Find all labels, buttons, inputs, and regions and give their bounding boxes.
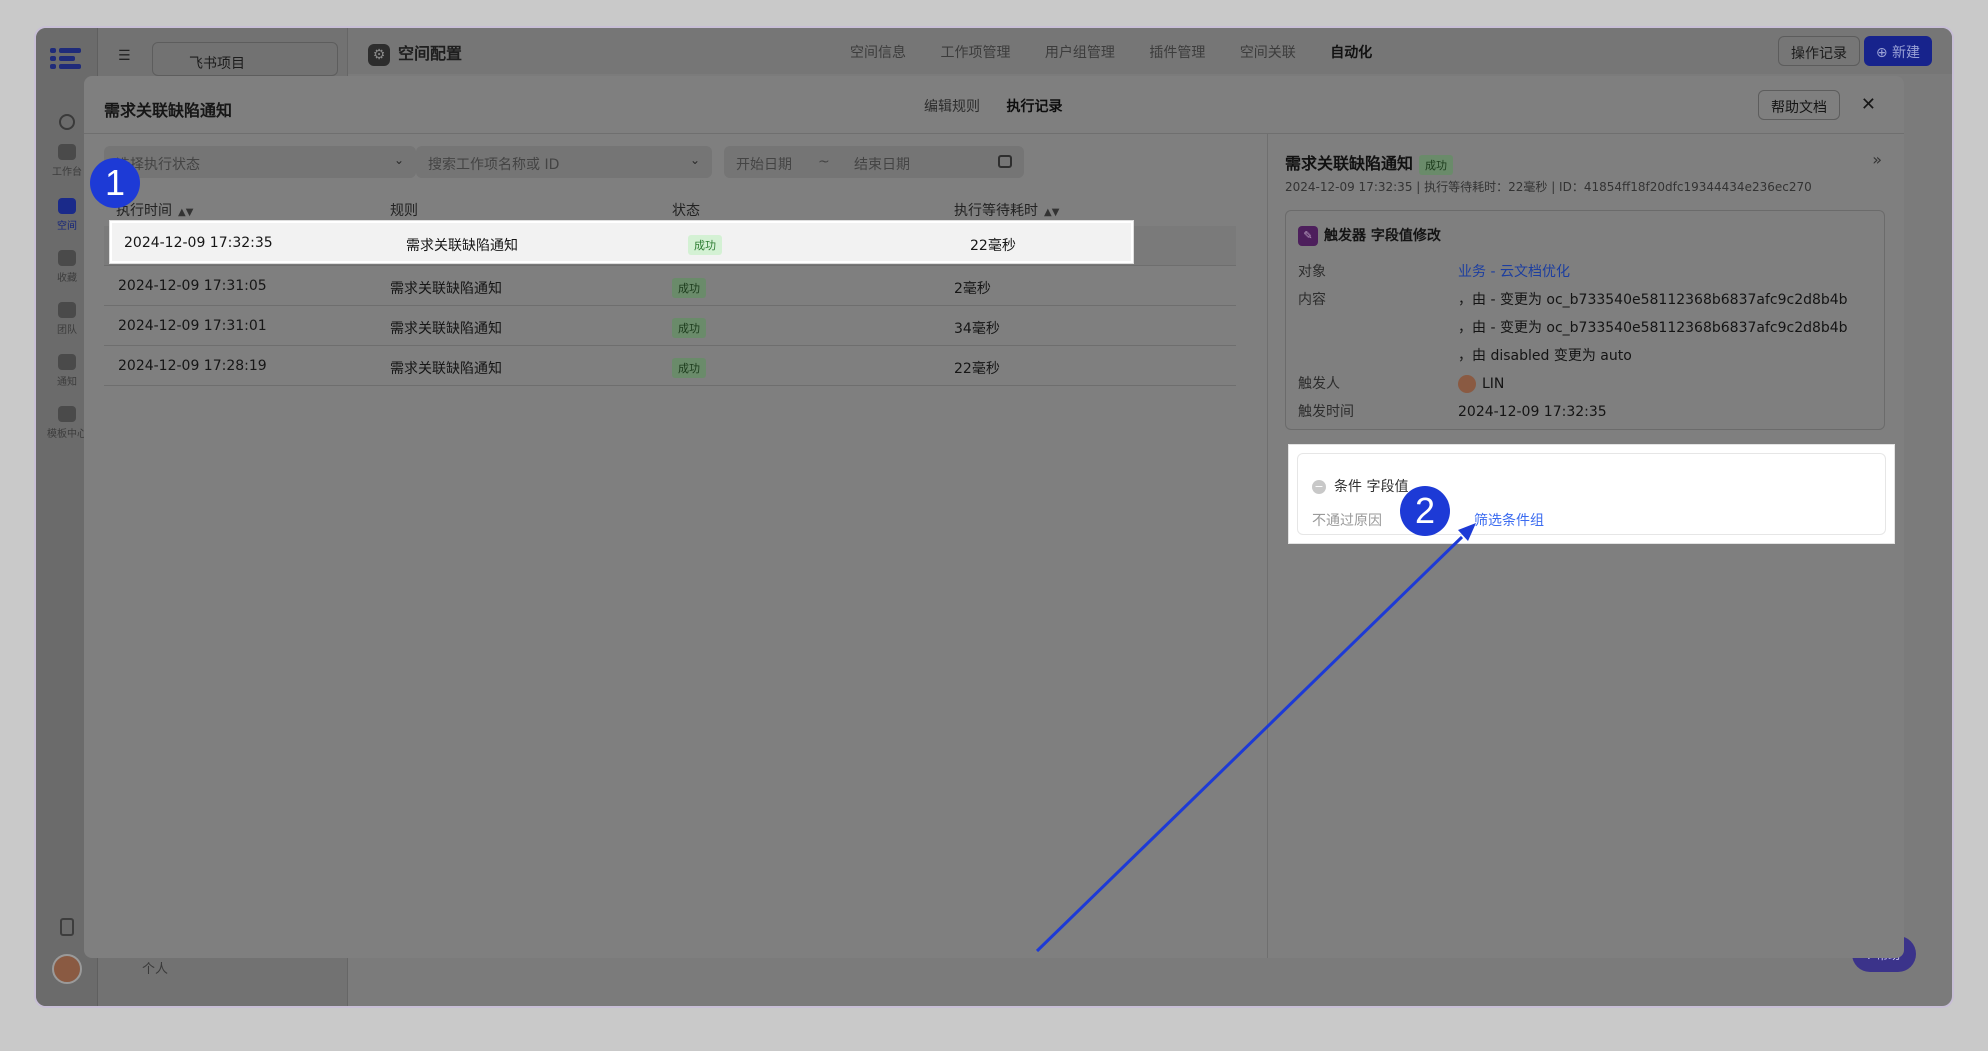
new-button[interactable]: ⊕ 新建 <box>1863 36 1932 66</box>
help-doc-button[interactable]: 帮助文档 <box>1758 90 1840 120</box>
star-icon <box>58 250 76 266</box>
project-switcher[interactable]: 飞书项目 <box>152 42 338 76</box>
execution-detail-pane: 需求关联缺陷通知 成功 » 2024-12-09 17:32:35 | 执行等待耗… <box>1269 134 1904 958</box>
grid-icon <box>58 406 76 422</box>
status-badge: 成功 <box>672 318 706 338</box>
table-row[interactable]: 2024-12-09 17:31:05 需求关联缺陷通知 成功 2毫秒 <box>104 266 1236 306</box>
col-duration[interactable]: 执行等待耗时 ▲▼ <box>954 200 1059 220</box>
clipboard-icon[interactable] <box>60 918 74 936</box>
sort-icon[interactable]: ▲▼ <box>1044 207 1059 218</box>
condition-heading: − 条件 字段值 <box>1312 476 1408 496</box>
tab-plugins[interactable]: 插件管理 <box>1149 45 1205 61</box>
table-row[interactable]: 2024-12-09 17:31:01 需求关联缺陷通知 成功 34毫秒 <box>104 306 1236 346</box>
status-badge: 成功 <box>672 358 706 378</box>
tab-space-link[interactable]: 空间关联 <box>1240 45 1296 61</box>
calendar-icon <box>998 155 1012 168</box>
minus-circle-icon: − <box>1312 480 1326 494</box>
avatar <box>1458 375 1476 393</box>
sort-icon[interactable]: ▲▼ <box>178 207 193 218</box>
trigger-user: 触发人 LIN <box>1298 375 1505 393</box>
space-icon <box>58 198 76 214</box>
detail-meta: 2024-12-09 17:32:35 | 执行等待耗时：22毫秒 | ID：4… <box>1285 180 1812 194</box>
top-tabs: 空间信息 工作项管理 用户组管理 插件管理 空间关联 自动化 <box>850 42 1402 62</box>
object-link[interactable]: 业务 - 云文档优化 <box>1458 264 1570 280</box>
search-input[interactable]: 搜索工作项名称或 ID ⌄ <box>416 146 712 178</box>
modal-header: 需求关联缺陷通知 编辑规则 执行记录 帮助文档 ✕ <box>84 76 1904 134</box>
status-badge: 成功 <box>1419 155 1454 175</box>
gear-icon: ⚙ <box>368 43 390 66</box>
home-icon <box>58 144 76 160</box>
col-rule: 规则 <box>390 203 418 219</box>
status-select[interactable]: 选择执行状态 ⌄ <box>104 146 416 178</box>
step-marker-1: 1 <box>90 158 140 208</box>
col-status: 状态 <box>672 203 700 219</box>
modal-title: 需求关联缺陷通知 <box>104 101 233 120</box>
highlighted-table-row[interactable]: 2024-12-09 17:32:35 需求关联缺陷通知 成功 22毫秒 <box>110 221 1133 263</box>
detail-title: 需求关联缺陷通知 成功 <box>1285 150 1454 175</box>
table-row[interactable]: 2024-12-09 17:28:19 需求关联缺陷通知 成功 22毫秒 <box>104 346 1236 386</box>
trigger-heading: ✎ 触发器 字段值修改 <box>1298 225 1441 246</box>
tab-user-groups[interactable]: 用户组管理 <box>1045 45 1115 61</box>
team-icon <box>58 302 76 318</box>
chevron-down-icon: ⌄ <box>393 153 404 167</box>
user-avatar[interactable] <box>52 954 82 984</box>
close-icon[interactable]: ✕ <box>1861 94 1876 115</box>
personal-section-label: 个人 <box>142 962 169 977</box>
page-title: ⚙ 空间配置 <box>368 40 462 66</box>
bell-icon <box>58 354 76 370</box>
date-separator: ~ <box>818 154 830 170</box>
trigger-content-line: ，由 - 变更为 oc_b733540e58112368b6837afc9c2d… <box>1458 320 1848 336</box>
condition-card: − 条件 字段值 不通过原因 筛选条件组 <box>1289 445 1894 543</box>
modal-tabs: 编辑规则 执行记录 <box>924 96 1084 116</box>
plus-icon: ⊕ <box>1875 45 1892 61</box>
collapse-panel-icon[interactable]: » <box>1872 150 1882 169</box>
operation-log-button[interactable]: 操作记录 <box>1778 36 1860 66</box>
end-date-input[interactable]: 结束日期 <box>854 154 910 174</box>
tab-automation[interactable]: 自动化 <box>1330 45 1372 61</box>
trigger-object: 对象 业务 - 云文档优化 <box>1298 264 1570 280</box>
filter-group-link[interactable]: 筛选条件组 <box>1474 513 1544 529</box>
trigger-content-line: ，由 disabled 变更为 auto <box>1458 348 1632 364</box>
edit-icon: ✎ <box>1298 226 1318 246</box>
step-marker-2: 2 <box>1400 486 1450 536</box>
trigger-time: 触发时间 2024-12-09 17:32:35 <box>1298 404 1607 420</box>
trigger-content: 内容 ，由 - 变更为 oc_b733540e58112368b6837afc9c… <box>1298 292 1848 308</box>
execution-table: 执行时间▲▼ 规则 状态 执行等待耗时▲▼ 2024-12-09 17:32:3… <box>104 190 1236 386</box>
status-badge: 成功 <box>688 235 722 255</box>
collapse-sidebar-icon[interactable]: ☰ <box>118 48 136 64</box>
date-range-picker[interactable]: 开始日期 ~ 结束日期 <box>724 146 1024 178</box>
tab-space-info[interactable]: 空间信息 <box>850 45 906 61</box>
app-logo-icon <box>50 48 81 69</box>
chevron-down-icon: ⌄ <box>689 153 700 167</box>
tab-edit-rule[interactable]: 编辑规则 <box>924 96 980 116</box>
tab-execution-record[interactable]: 执行记录 <box>1006 96 1062 116</box>
status-badge: 成功 <box>672 278 706 298</box>
top-bar: ⚙ 空间配置 空间信息 工作项管理 用户组管理 插件管理 空间关联 自动化 操作记… <box>348 28 1952 74</box>
tab-work-items[interactable]: 工作项管理 <box>940 45 1010 61</box>
trigger-card: ✎ 触发器 字段值修改 对象 业务 - 云文档优化 内容 ，由 - 变更为 oc_b7… <box>1285 210 1885 430</box>
start-date-input[interactable]: 开始日期 <box>736 157 792 173</box>
